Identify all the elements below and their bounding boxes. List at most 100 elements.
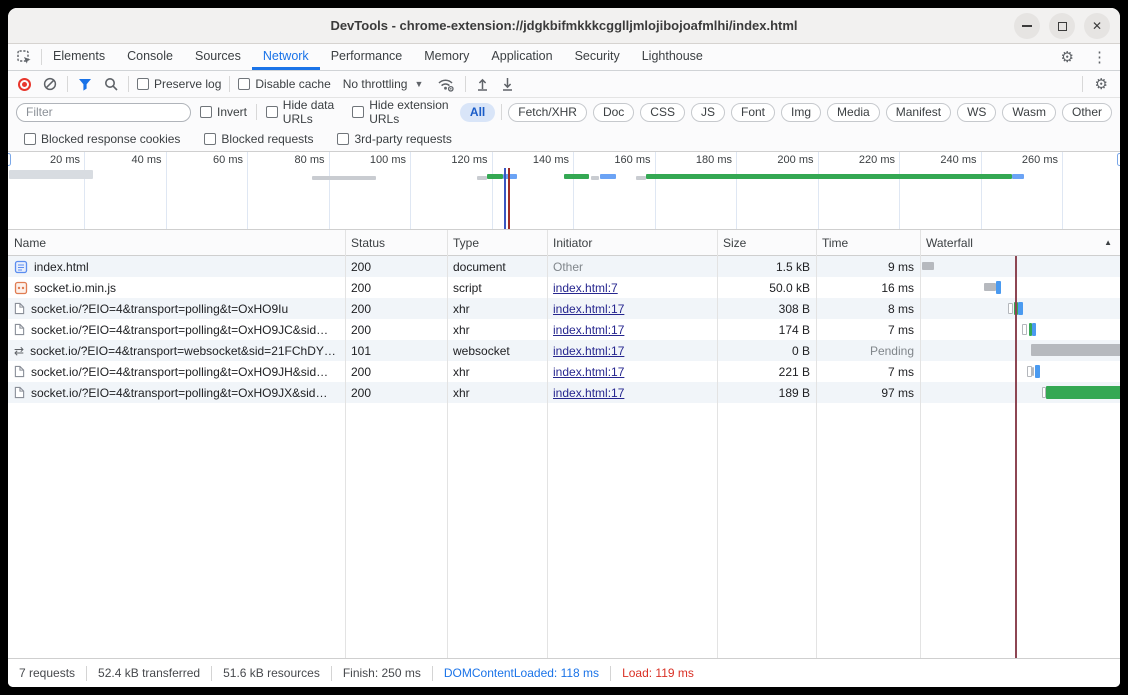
third-party-requests-checkbox[interactable]: 3rd-party requests <box>337 132 451 146</box>
file-icon <box>14 365 25 378</box>
waterfall-cell <box>920 298 1120 319</box>
maximize-button[interactable] <box>1049 13 1075 39</box>
column-header-label: Time <box>822 236 848 250</box>
tab-network[interactable]: Network <box>252 44 320 70</box>
table-row[interactable]: socket.io.min.js200scriptindex.html:750.… <box>8 277 1120 298</box>
filter-chip-other[interactable]: Other <box>1062 103 1112 122</box>
import-har-icon[interactable] <box>474 77 491 91</box>
table-row[interactable]: socket.io/?EIO=4&transport=polling&t=OxH… <box>8 298 1120 319</box>
filter-chip-js[interactable]: JS <box>691 103 725 122</box>
column-header-status[interactable]: Status <box>345 230 447 255</box>
filter-chip-all[interactable]: All <box>460 103 495 122</box>
table-row[interactable]: index.html200documentOther1.5 kB9 ms <box>8 256 1120 277</box>
checkbox-box <box>352 106 364 118</box>
hide-extension-urls-checkbox[interactable]: Hide extension URLs <box>352 98 451 126</box>
network-overview-timeline[interactable]: 20 ms40 ms60 ms80 ms100 ms120 ms140 ms16… <box>8 152 1120 230</box>
filter-input[interactable] <box>16 103 191 122</box>
overview-handle-left[interactable] <box>8 153 11 166</box>
window-title: DevTools - chrome-extension://jdgkbifmkk… <box>330 18 797 33</box>
filter-chip-ws[interactable]: WS <box>957 103 996 122</box>
timeline-tick: 180 ms <box>656 152 738 230</box>
waterfall-segment <box>1022 324 1027 335</box>
filter-chip-css[interactable]: CSS <box>640 103 685 122</box>
hide-data-urls-checkbox[interactable]: Hide data URLs <box>266 98 343 126</box>
settings-gear-icon[interactable]: ⚙ <box>1052 48 1083 66</box>
waterfall-cell <box>920 361 1120 382</box>
table-row[interactable]: ⇄socket.io/?EIO=4&transport=websocket&si… <box>8 340 1120 361</box>
filter-chip-manifest[interactable]: Manifest <box>886 103 951 122</box>
filter-chip-wasm[interactable]: Wasm <box>1002 103 1056 122</box>
tab-security[interactable]: Security <box>564 44 631 70</box>
overview-bar <box>1012 174 1024 179</box>
overview-handle-right[interactable] <box>1117 153 1120 166</box>
export-har-icon[interactable] <box>499 77 516 91</box>
filter-chip-media[interactable]: Media <box>827 103 880 122</box>
preserve-log-checkbox[interactable]: Preserve log <box>137 77 221 91</box>
tab-lighthouse[interactable]: Lighthouse <box>631 44 714 70</box>
column-header-time[interactable]: Time <box>816 230 920 255</box>
filter-chip-font[interactable]: Font <box>731 103 775 122</box>
tab-performance[interactable]: Performance <box>320 44 414 70</box>
minimize-button[interactable] <box>1014 13 1040 39</box>
column-header-waterfall[interactable]: Waterfall▲ <box>920 230 1120 255</box>
checkbox-box <box>137 78 149 90</box>
overview-bar <box>564 174 589 179</box>
waterfall-segment <box>1032 323 1036 336</box>
table-header-row: NameStatusTypeInitiatorSize Time Waterfall… <box>8 230 1120 256</box>
blocked-response-cookies-checkbox[interactable]: Blocked response cookies <box>24 132 180 146</box>
column-header-size[interactable]: Size <box>717 230 816 255</box>
close-button[interactable]: ✕ <box>1084 13 1110 39</box>
initiator-link[interactable]: index.html:17 <box>553 302 624 316</box>
table-row[interactable]: socket.io/?EIO=4&transport=polling&t=OxH… <box>8 319 1120 340</box>
checkbox-box <box>238 78 250 90</box>
timeline-tick: 40 ms <box>85 152 167 230</box>
disable-cache-checkbox[interactable]: Disable cache <box>238 77 330 91</box>
file-icon <box>14 323 25 336</box>
name-cell: socket.io/?EIO=4&transport=polling&t=OxH… <box>8 382 345 403</box>
initiator-link[interactable]: index.html:17 <box>553 323 624 337</box>
network-conditions-icon[interactable] <box>435 77 457 92</box>
tab-sources[interactable]: Sources <box>184 44 252 70</box>
invert-checkbox[interactable]: Invert <box>200 105 247 119</box>
time-cell: Pending <box>816 340 920 361</box>
column-header-initiator[interactable]: Initiator <box>547 230 717 255</box>
initiator-link[interactable]: index.html:17 <box>553 386 624 400</box>
network-toolbar: Preserve log Disable cache No throttling… <box>8 71 1120 98</box>
invert-label: Invert <box>217 105 247 119</box>
throttling-select[interactable]: No throttling ▼ <box>339 77 428 91</box>
search-icon[interactable] <box>102 77 120 91</box>
filter-chip-doc[interactable]: Doc <box>593 103 634 122</box>
more-options-icon[interactable]: ⋮ <box>1083 48 1116 66</box>
filter-chip-img[interactable]: Img <box>781 103 821 122</box>
status-cell: 200 <box>345 256 447 277</box>
tab-application[interactable]: Application <box>480 44 563 70</box>
tab-elements[interactable]: Elements <box>42 44 116 70</box>
status-52-4-kb-transferred: 52.4 kB transferred <box>86 666 211 681</box>
divider <box>1082 76 1083 92</box>
table-row[interactable]: socket.io/?EIO=4&transport=polling&t=OxH… <box>8 361 1120 382</box>
clear-network-log-icon[interactable] <box>41 77 59 91</box>
request-name: socket.io/?EIO=4&transport=polling&t=OxH… <box>31 323 328 337</box>
column-header-name[interactable]: Name <box>8 230 345 255</box>
overview-bar <box>591 176 599 180</box>
initiator-link[interactable]: index.html:17 <box>553 344 624 358</box>
network-settings-gear-icon[interactable]: ⚙ <box>1091 75 1112 93</box>
time-cell: 7 ms <box>816 319 920 340</box>
inspect-element-icon[interactable] <box>8 44 41 70</box>
network-options-bar: Blocked response cookies Blocked request… <box>8 126 1120 152</box>
initiator-link[interactable]: index.html:17 <box>553 365 624 379</box>
filter-chip-fetch-xhr[interactable]: Fetch/XHR <box>508 103 587 122</box>
tab-memory[interactable]: Memory <box>413 44 480 70</box>
tab-console[interactable]: Console <box>116 44 184 70</box>
table-row[interactable]: socket.io/?EIO=4&transport=polling&t=OxH… <box>8 382 1120 403</box>
overview-bar <box>636 176 646 180</box>
waterfall-cell <box>920 340 1120 361</box>
record-network-log-icon[interactable] <box>16 78 33 91</box>
size-cell: 1.5 kB <box>717 256 816 277</box>
timeline-tick: 240 ms <box>900 152 982 230</box>
waterfall-segment <box>1031 344 1120 356</box>
blocked-requests-checkbox[interactable]: Blocked requests <box>204 132 313 146</box>
column-header-type[interactable]: Type <box>447 230 547 255</box>
filter-funnel-icon[interactable] <box>76 78 94 91</box>
initiator-link[interactable]: index.html:7 <box>553 281 618 295</box>
